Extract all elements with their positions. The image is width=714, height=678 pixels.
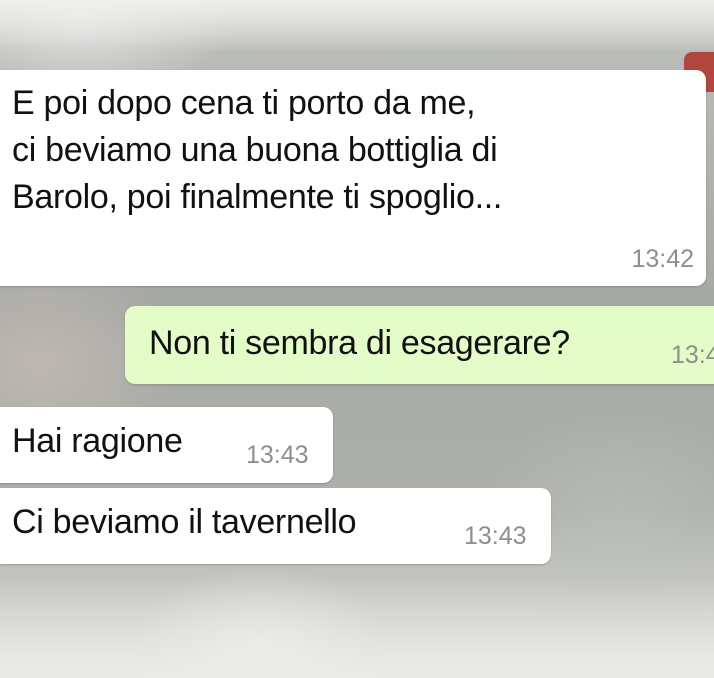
message-line: E poi dopo cena ti porto da me, [12, 84, 476, 122]
message-text: E poi dopo cena ti porto da me, ci bevia… [12, 80, 502, 221]
message-timestamp: 13:42 [631, 245, 694, 273]
blurred-bottom-area [0, 578, 714, 678]
message-bubble-outgoing[interactable]: Non ti sembra di esagerare? 13:4 [125, 306, 714, 384]
message-timestamp: 13:4 [671, 341, 714, 369]
message-timestamp: 13:43 [246, 441, 309, 469]
message-bubble-incoming[interactable]: Ci beviamo il tavernello 13:43 [0, 488, 551, 564]
message-line: Barolo, poi finalmente ti spoglio... [12, 178, 503, 216]
message-text: Ci beviamo il tavernello [12, 503, 357, 541]
message-bubble-incoming[interactable]: E poi dopo cena ti porto da me, ci bevia… [0, 70, 706, 286]
message-timestamp: 13:43 [464, 522, 527, 550]
message-bubble-incoming[interactable]: Hai ragione 13:43 [0, 407, 333, 483]
message-text: Non ti sembra di esagerare? [149, 324, 570, 362]
blurred-top-area [0, 0, 714, 50]
message-line: ci beviamo una buona bottiglia di [12, 131, 498, 169]
message-text: Hai ragione [12, 422, 183, 460]
